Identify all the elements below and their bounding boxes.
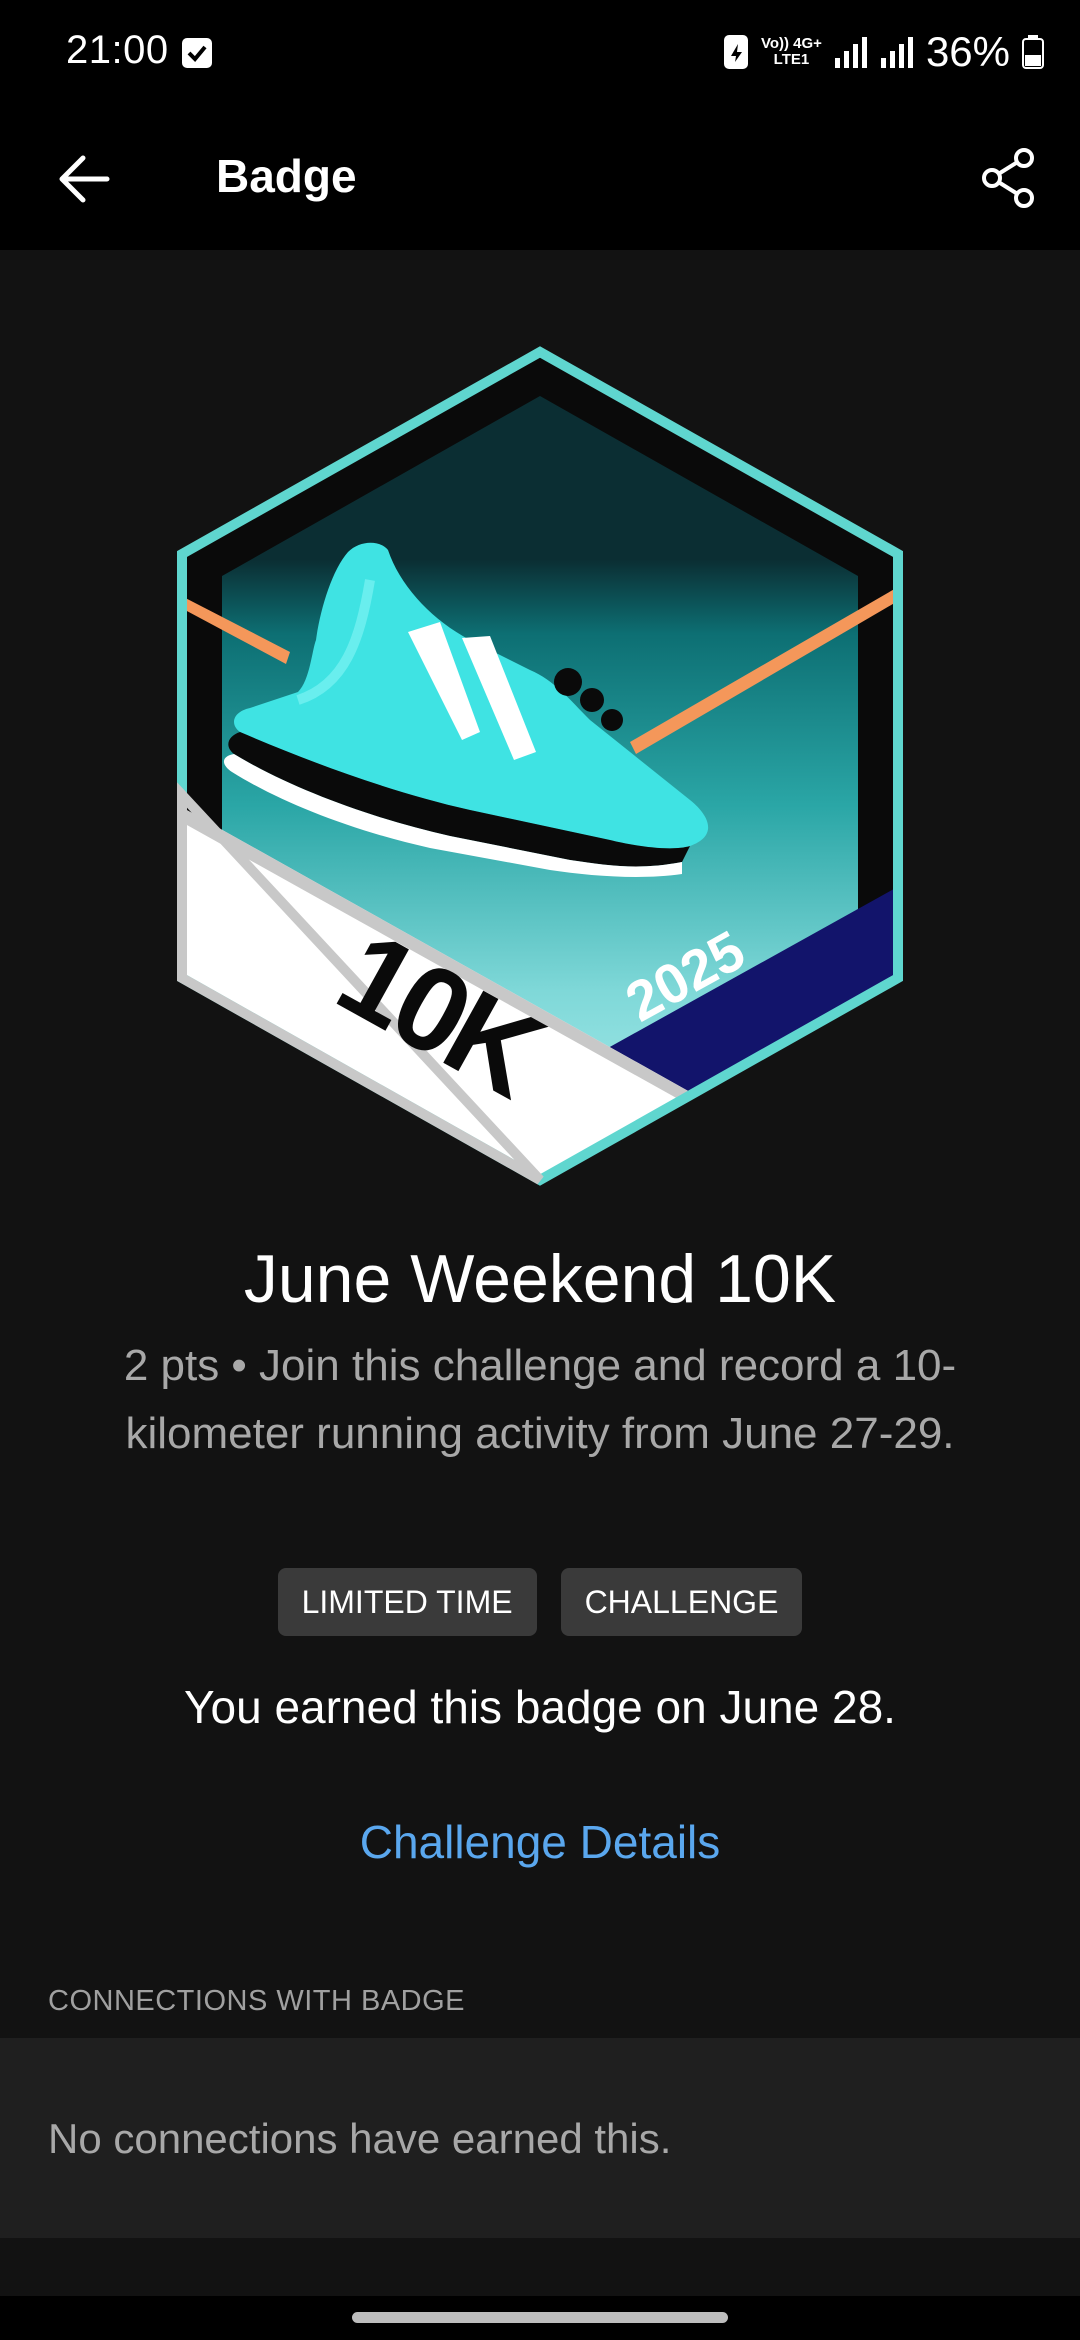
checkbox-notification-icon xyxy=(182,38,212,68)
signal-strength-icon xyxy=(834,37,867,68)
connections-panel: No connections have earned this. xyxy=(0,2038,1080,2238)
sim-icon xyxy=(723,35,748,69)
connections-empty-text: No connections have earned this. xyxy=(48,2115,672,2162)
back-button[interactable] xyxy=(36,134,132,224)
earned-date-text: You earned this badge on June 28. xyxy=(184,1681,896,1733)
signal-strength-2-icon xyxy=(880,37,913,68)
status-time: 21:00 xyxy=(66,28,169,72)
badge-image: 10K 2025 xyxy=(170,340,910,1190)
status-indicators: Vo)) 4G+ LTE1 36% xyxy=(723,24,1044,80)
tag-limited-time: LIMITED TIME xyxy=(277,1568,537,1636)
badge-screen: 21:00 Vo)) 4G+ LTE1 36% Badge 10K 2025 J… xyxy=(0,0,1080,2340)
battery-percent: 36% xyxy=(925,28,1010,75)
badge-title: June Weekend 10K xyxy=(243,1241,837,1317)
arrow-left-icon xyxy=(59,155,110,203)
challenge-details-link[interactable]: Challenge Details xyxy=(340,1815,740,1869)
connections-section-header: CONNECTIONS WITH BADGE xyxy=(48,1985,466,2017)
battery-icon xyxy=(1022,35,1044,69)
tag-challenge: CHALLENGE xyxy=(560,1568,803,1636)
home-indicator[interactable] xyxy=(352,2312,728,2323)
share-icon xyxy=(982,148,1034,208)
app-bar: Badge xyxy=(0,110,1080,250)
share-button[interactable] xyxy=(960,130,1056,226)
badge-description: 2 pts • Join this challenge and record a… xyxy=(123,1341,957,1458)
page-title: Badge xyxy=(216,150,357,202)
network-type-label: Vo)) 4G+ LTE1 xyxy=(760,35,822,68)
badge-tags: LIMITED TIME CHALLENGE xyxy=(0,1568,1080,1636)
status-bar: 21:00 Vo)) 4G+ LTE1 36% xyxy=(0,0,1080,110)
